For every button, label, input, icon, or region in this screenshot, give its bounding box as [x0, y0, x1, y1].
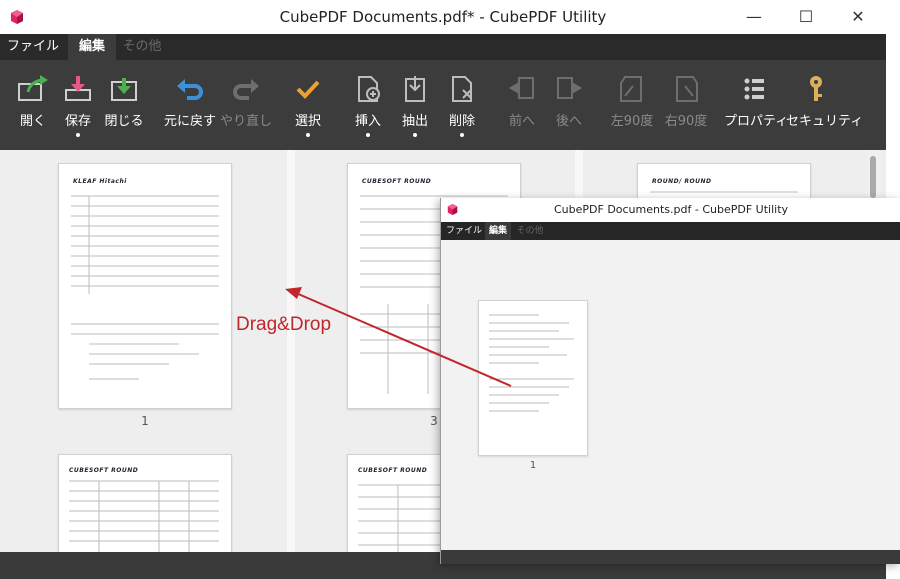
- properties-button[interactable]: プロパティ: [724, 70, 788, 146]
- page-number: 1: [529, 460, 537, 471]
- rotate-right-icon: [676, 76, 698, 102]
- delete-icon: [452, 76, 472, 102]
- second-page-thumbnail-1[interactable]: [478, 300, 588, 456]
- check-icon: [296, 80, 320, 99]
- title-bar: CubePDF Documents.pdf* - CubePDF Utility…: [0, 0, 886, 34]
- rotate-right-button[interactable]: 右90度: [656, 70, 716, 146]
- second-menu-file[interactable]: ファイル: [445, 222, 483, 240]
- page-content-lines: [489, 314, 574, 412]
- page-header-text: CUBESOFT ROUND: [358, 467, 428, 474]
- rotate-left-icon: [620, 76, 642, 102]
- next-icon: [557, 77, 582, 99]
- close-document-button[interactable]: 閉じる: [94, 70, 154, 146]
- page-header-text: CUBESOFT ROUND: [69, 467, 139, 474]
- dropdown-indicator: [306, 133, 310, 137]
- maximize-button[interactable]: ☐: [794, 6, 818, 28]
- page-number: 1: [141, 414, 149, 428]
- dropdown-indicator: [366, 133, 370, 137]
- toolbar-ribbon: 開く 保存 閉じる 元に戻す やり直し 選択 挿入 抽出 削除 前へ 後へ 左9…: [0, 60, 886, 150]
- select-button[interactable]: 選択: [278, 70, 338, 146]
- dropdown-indicator: [413, 133, 417, 137]
- page-header-text: CUBESOFT ROUND: [362, 178, 432, 185]
- second-window-title: CubePDF Documents.pdf - CubePDF Utility: [553, 203, 789, 216]
- dropdown-indicator: [76, 133, 80, 137]
- menu-bar: ファイル 編集 その他: [0, 34, 886, 60]
- previous-icon: [509, 77, 534, 99]
- second-window: CubePDF Documents.pdf - CubePDF Utility …: [440, 198, 900, 564]
- second-menu-edit[interactable]: 編集: [485, 222, 511, 240]
- page-thumbnail[interactable]: CUBESOFT ROUND: [58, 454, 232, 552]
- page-header-text: KLEAF Hitachi: [73, 178, 127, 185]
- delete-button[interactable]: 削除: [432, 70, 492, 146]
- redo-button[interactable]: やり直し: [216, 70, 276, 146]
- minimize-button[interactable]: —: [742, 6, 766, 28]
- properties-icon: [744, 78, 764, 100]
- insert-icon: [358, 76, 380, 102]
- dropdown-indicator: [460, 133, 464, 137]
- second-title-bar: CubePDF Documents.pdf - CubePDF Utility: [441, 198, 900, 222]
- rotate-left-button[interactable]: 左90度: [602, 70, 662, 146]
- menu-file[interactable]: ファイル: [0, 34, 66, 60]
- save-icon: [65, 76, 91, 101]
- page-content-lines: [71, 195, 219, 380]
- second-status-bar: [441, 550, 900, 564]
- close-window-button[interactable]: ✕: [846, 6, 870, 28]
- redo-icon: [233, 79, 259, 100]
- menu-edit[interactable]: 編集: [68, 34, 116, 60]
- next-button[interactable]: 後へ: [539, 70, 599, 146]
- extract-icon: [405, 76, 425, 102]
- scrollbar-thumb[interactable]: [870, 156, 876, 198]
- page-thumbnail-1[interactable]: KLEAF Hitachi: [58, 163, 232, 409]
- menu-other[interactable]: その他: [118, 34, 166, 60]
- page-header-text: ROUND/ ROUND: [652, 178, 712, 185]
- open-icon: [18, 75, 48, 101]
- second-page-grid: 1: [441, 240, 900, 550]
- undo-button[interactable]: 元に戻す: [160, 70, 220, 146]
- second-menu-other[interactable]: その他: [513, 222, 547, 240]
- key-icon: [810, 76, 822, 101]
- undo-icon: [177, 79, 203, 100]
- security-button[interactable]: セキュリティ: [786, 70, 863, 146]
- second-menu-bar: ファイル 編集 その他: [441, 222, 900, 240]
- column-separator: [287, 150, 295, 552]
- close-doc-icon: [111, 78, 137, 101]
- annotation-label: Drag&Drop: [236, 314, 332, 335]
